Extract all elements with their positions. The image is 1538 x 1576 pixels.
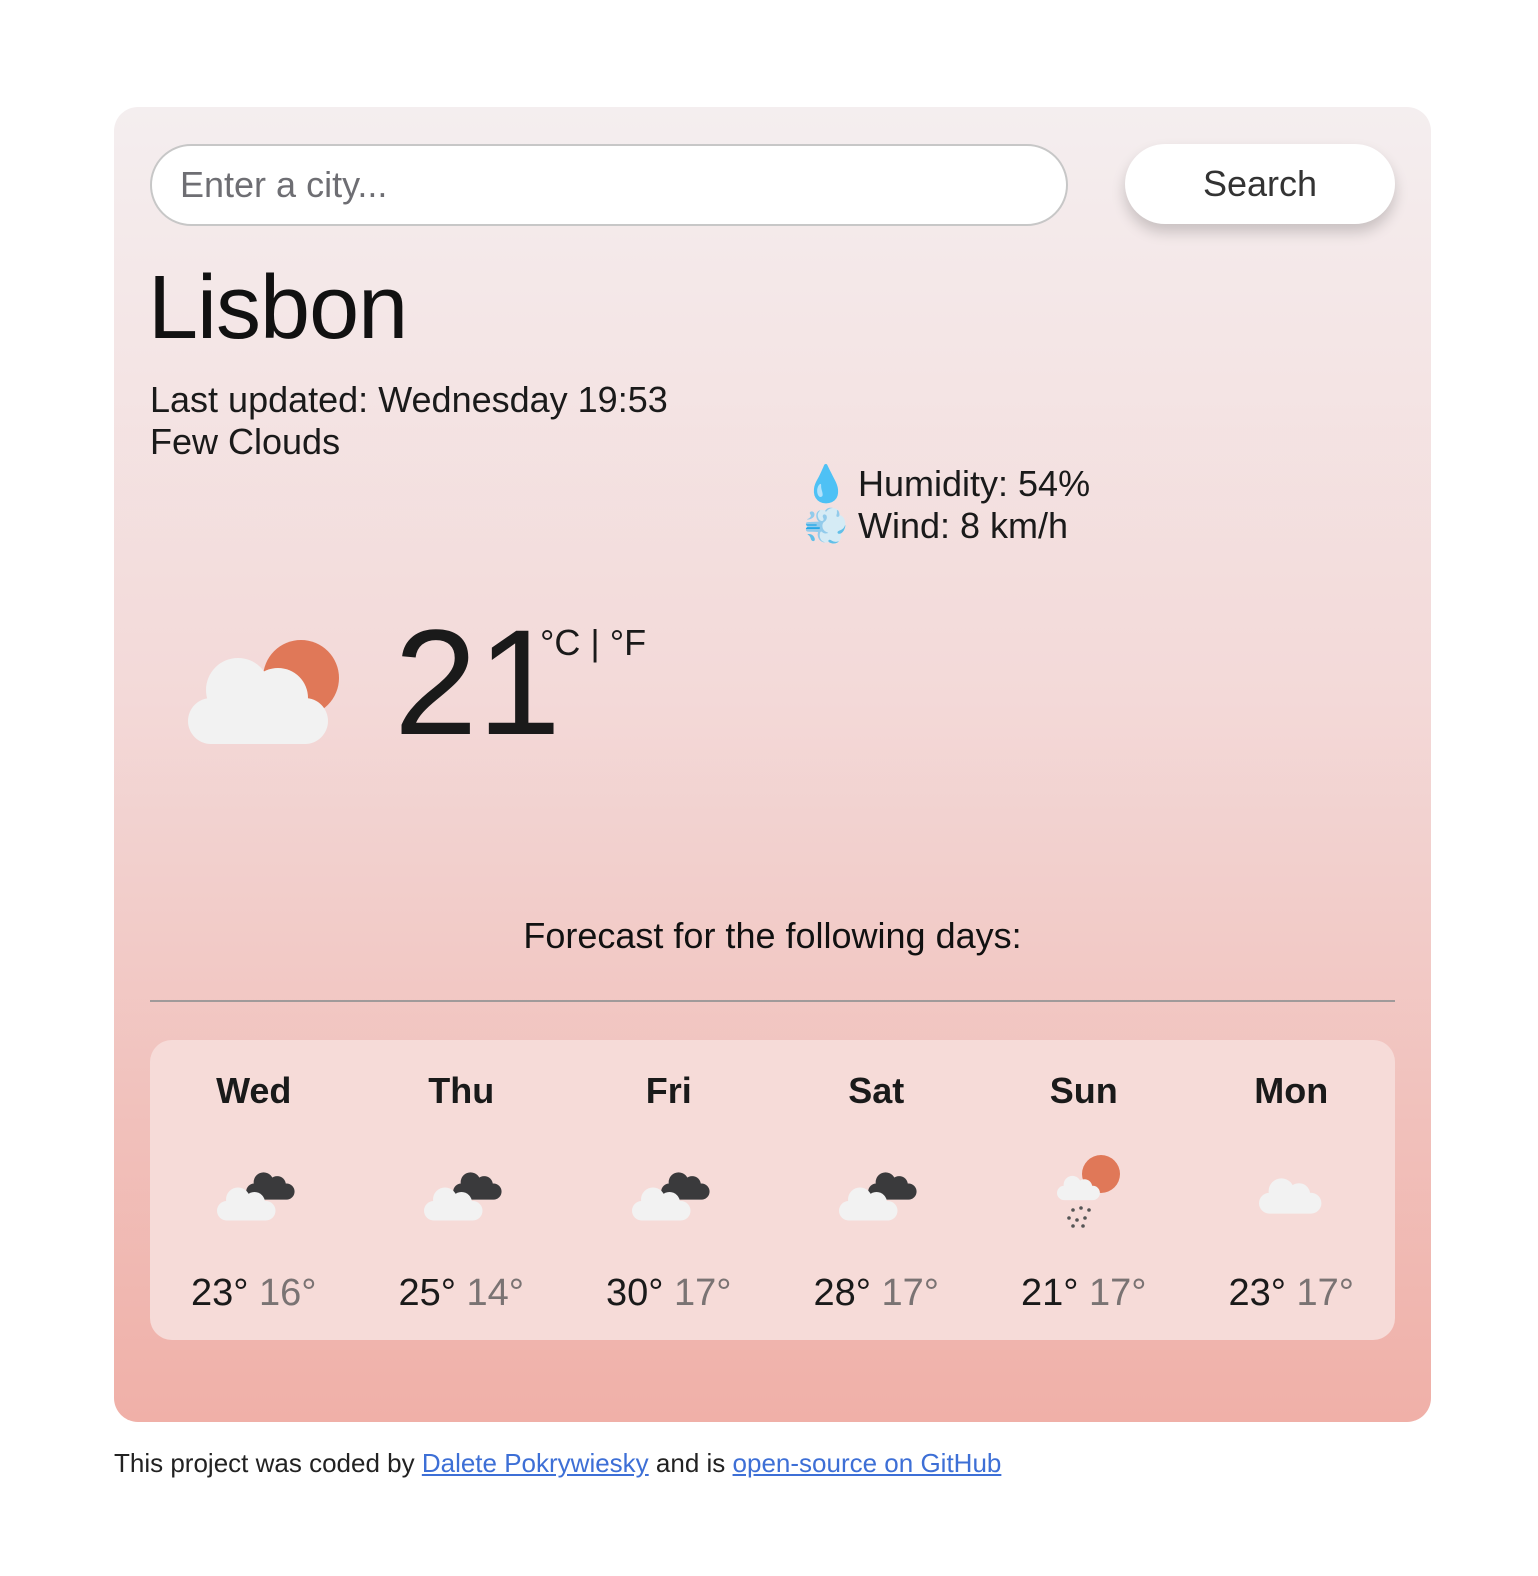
forecast-day: Sun 21° 17° (980, 1040, 1188, 1340)
divider (150, 1000, 1395, 1002)
weather-description: Few Clouds (150, 421, 341, 462)
forecast-min-temp: 14° (466, 1272, 524, 1314)
forecast-day: Thu 25° 14° (358, 1040, 566, 1340)
rain-drop (1070, 1208, 1075, 1212)
forecast-max-temp: 23° (1228, 1272, 1286, 1314)
rain-drop (1078, 1206, 1083, 1210)
current-meta: Last updated: Wednesday 19:53 Few Clouds (150, 379, 668, 463)
forecast-day-temps: 30° 17° (565, 1272, 773, 1315)
forecast-max-temp: 21° (1021, 1272, 1079, 1314)
forecast-min-temp: 16° (259, 1272, 317, 1314)
forecast-day-name: Wed (216, 1070, 292, 1111)
forecast-day: Sat 28° 17° (773, 1040, 981, 1340)
current-temperature: 21 (394, 598, 561, 766)
forecast-day: Fri 30° 17° (565, 1040, 773, 1340)
rain-drop (1080, 1224, 1085, 1228)
forecast-day-name: Sat (848, 1070, 905, 1111)
broken-clouds-icon (424, 1172, 502, 1221)
last-updated-value: Wednesday 19:53 (378, 379, 668, 420)
search-button[interactable]: Search (1125, 144, 1395, 224)
forecast-min-temp: 17° (1296, 1272, 1354, 1314)
last-updated: Last updated: Wednesday 19:53 (150, 379, 668, 421)
rain-drop (1074, 1218, 1079, 1222)
cloud-icon (1259, 1178, 1322, 1214)
forecast-day-name: Mon (1254, 1070, 1329, 1111)
forecast-day-temps: 28° 17° (773, 1272, 981, 1315)
footer-prefix: This project was coded by (114, 1448, 415, 1478)
broken-clouds-icon (631, 1172, 710, 1221)
wind-icon: 💨 (803, 505, 849, 546)
broken-clouds-icon (216, 1172, 295, 1221)
broken-clouds-icon (839, 1172, 917, 1221)
forecast-title: Forecast for the following days: (523, 915, 1022, 956)
forecast-max-temp: 28° (813, 1272, 871, 1314)
humidity-row: 💧 Humidity: 54% (803, 463, 1091, 505)
forecast-day-temps: 23° 16° (150, 1272, 358, 1315)
wind-row: 💨 Wind: 8 km/h (804, 505, 1090, 547)
forecast-day-name: Sun (1049, 1070, 1118, 1111)
forecast-min-temp: 17° (1089, 1272, 1147, 1314)
forecast-day-name: Thu (428, 1070, 495, 1111)
forecast-panel: Wed 23° 16° Thu 25° 14° Fri 30° 17° Sat 28° 17°… (150, 1040, 1395, 1340)
footer: This project was coded by Dalete Pokrywi… (114, 1448, 1001, 1479)
forecast-day-temps: 23° 17° (1188, 1272, 1396, 1315)
droplet-icon: 💧 (803, 463, 849, 504)
github-link[interactable]: open-source on GitHub (733, 1448, 1002, 1478)
weather-card: Search Lisbon Last updated: Wednesday 19… (114, 107, 1431, 1422)
rain-drop (1070, 1224, 1075, 1228)
last-updated-label: Last updated: (150, 379, 369, 420)
forecast-day-temps: 25° 14° (358, 1272, 566, 1315)
rain-drop (1086, 1208, 1091, 1212)
forecast-day: Wed 23° 16° (150, 1040, 358, 1340)
rain-day-icon (1056, 1155, 1120, 1228)
wind-text: Wind: 8 km/h (858, 505, 1069, 546)
footer-middle: and is (655, 1448, 726, 1478)
humidity-text: Humidity: 54% (858, 463, 1091, 504)
rain-drop (1066, 1216, 1071, 1220)
few-clouds-icon (188, 640, 339, 744)
conditions: 💧 Humidity: 54% 💨 Wind: 8 km/h (803, 463, 1091, 547)
forecast-max-temp: 25° (398, 1272, 456, 1314)
forecast-day-temps: 21° 17° (980, 1272, 1188, 1315)
forecast-max-temp: 30° (606, 1272, 664, 1314)
cloud-shape (1259, 1178, 1322, 1214)
forecast-min-temp: 17° (881, 1272, 939, 1314)
forecast-day-name: Fri (645, 1070, 692, 1111)
forecast-min-temp: 17° (674, 1272, 732, 1314)
rain-drop (1082, 1216, 1087, 1220)
author-link[interactable]: Dalete Pokrywiesky (422, 1448, 649, 1478)
city-name: Lisbon (148, 258, 408, 358)
forecast-max-temp: 23° (191, 1272, 249, 1314)
city-search-input[interactable] (150, 144, 1068, 226)
temperature-units-toggle[interactable]: °C | °F (540, 622, 646, 664)
forecast-day: Mon 23° 17° (1188, 1040, 1396, 1340)
